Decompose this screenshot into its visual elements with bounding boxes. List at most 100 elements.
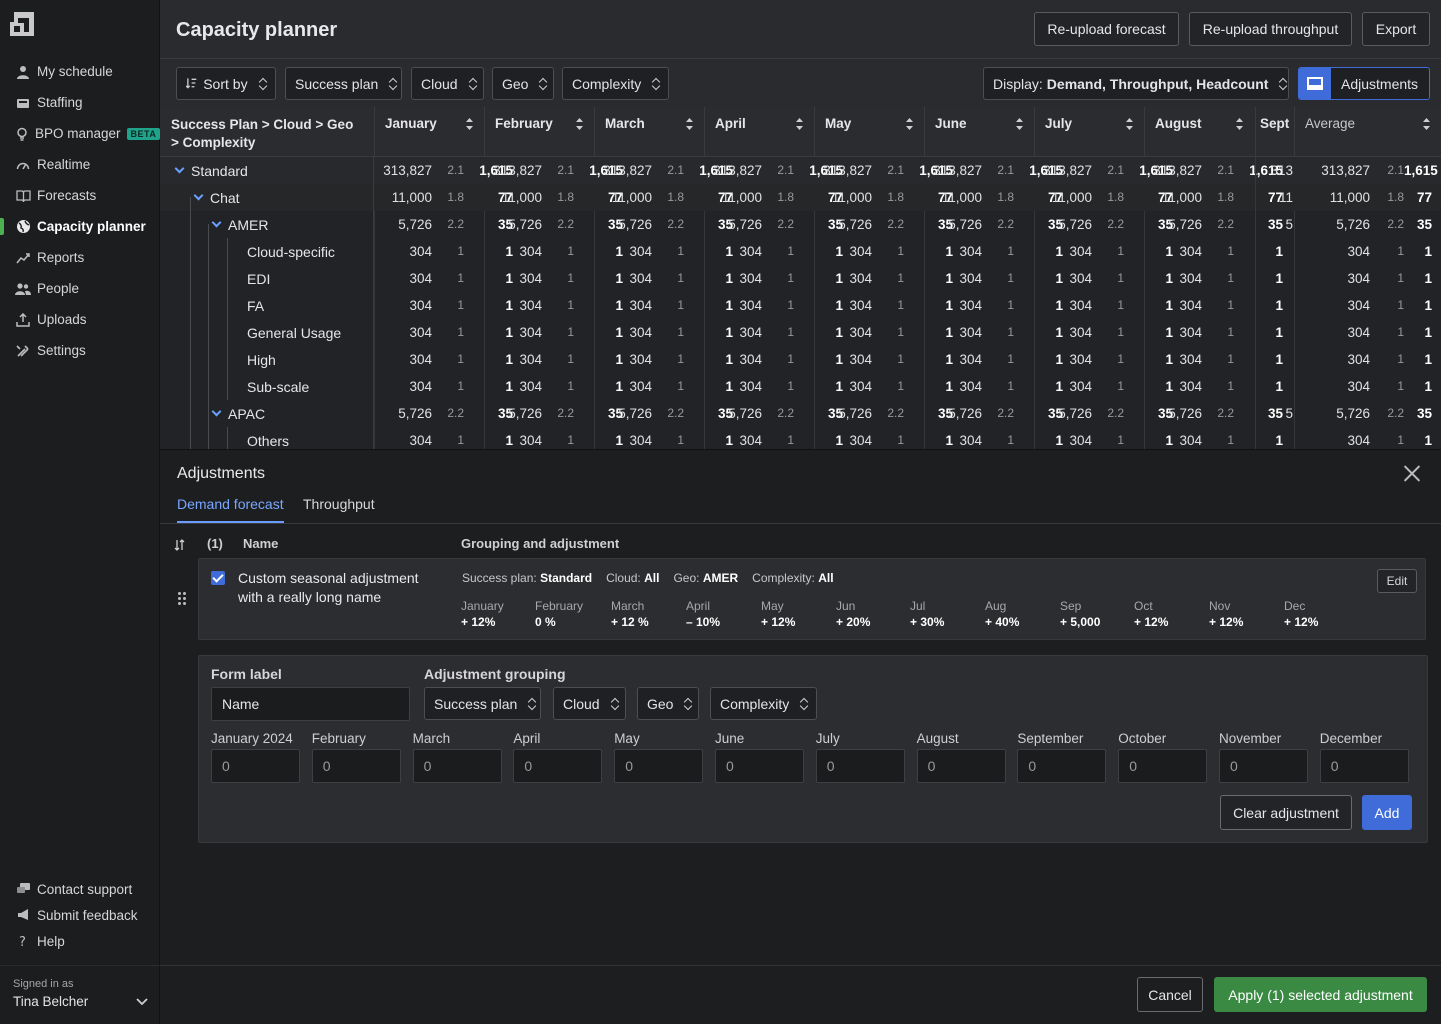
month-input-march[interactable]: 0 (412, 749, 502, 783)
form-cloud-select[interactable]: Cloud (553, 687, 626, 720)
cloud-select[interactable]: Cloud (411, 67, 484, 100)
tab-demand-forecast[interactable]: Demand forecast (177, 496, 284, 523)
signed-in-box[interactable]: Signed in as Tina Belcher (0, 965, 160, 1024)
month-input-august[interactable]: 0 (916, 749, 1006, 783)
month-input-september[interactable]: 0 (1017, 749, 1107, 783)
column-header-may[interactable]: May (814, 107, 924, 157)
demand-value: 5,726 (728, 406, 762, 421)
sort-arrows-icon[interactable] (795, 117, 804, 131)
month-input-february[interactable]: 0 (311, 749, 401, 783)
sort-arrows-icon[interactable] (575, 117, 584, 131)
demand-value: 304 (739, 271, 762, 286)
close-icon[interactable] (1403, 464, 1421, 482)
sort-arrows-icon[interactable] (1235, 117, 1244, 131)
column-header-january[interactable]: January (374, 107, 484, 157)
column-header-march[interactable]: March (594, 107, 704, 157)
column-header-sept[interactable]: Sept (1255, 107, 1297, 157)
sidebar-item-staffing[interactable]: Staffing (0, 87, 160, 118)
table-row[interactable]: Standard 313,827 2.1 1,615 313,827 2.1 1,615 31… (160, 157, 1441, 184)
month-input-may[interactable]: 0 (614, 749, 704, 783)
month-input-november[interactable]: 0 (1219, 749, 1308, 783)
demand-value: 313,827 (933, 163, 982, 178)
sidebar-item-uploads[interactable]: Uploads (0, 304, 160, 335)
apply-adjustment-button[interactable]: Apply (1) selected adjustment (1214, 977, 1427, 1012)
demand-value: 304 (629, 244, 652, 259)
sort-arrows-icon[interactable] (685, 117, 694, 131)
cancel-button[interactable]: Cancel (1137, 977, 1203, 1012)
column-header-april[interactable]: April (704, 107, 814, 157)
sidebar-item-contact-support[interactable]: Contact support (0, 876, 160, 902)
table-row[interactable]: Cloud-specific 304 1 1 304 1 1 304 1 1 304 1 1 304 1 1 3… (160, 238, 1441, 265)
month-input-june[interactable]: 0 (715, 749, 804, 783)
sidebar-item-people[interactable]: People (0, 273, 160, 304)
sidebar-item-my-schedule[interactable]: My schedule (0, 56, 160, 87)
column-header-average[interactable]: Average (1294, 107, 1441, 157)
chevron-down-icon[interactable] (211, 217, 222, 228)
sidebar-item-capacity-planner[interactable]: Capacity planner (0, 211, 160, 242)
chevron-down-icon[interactable] (136, 997, 148, 1006)
sidebar-item-reports[interactable]: Reports (0, 242, 160, 273)
month-input-january-2024[interactable]: 0 (211, 749, 300, 783)
sort-by-select[interactable]: Sort by (176, 67, 276, 100)
average-demand-value: 304 (1347, 325, 1370, 340)
sort-arrows-icon[interactable] (1422, 117, 1431, 131)
sort-arrows-icon[interactable] (465, 117, 474, 131)
adjustments-panel: Adjustments Demand forecast Throughput (… (160, 449, 1441, 965)
table-row[interactable]: Sub-scale 304 1 1 304 1 1 304 1 1 304 1 1 304 1 1 304 1 1 3… (160, 373, 1441, 400)
adjustment-checkbox[interactable] (211, 571, 225, 585)
edit-button[interactable]: Edit (1377, 569, 1417, 593)
reupload-throughput-button[interactable]: Re-upload throughput (1189, 12, 1352, 46)
month-input-december[interactable]: 0 (1319, 749, 1409, 783)
drag-handle-icon[interactable] (178, 592, 186, 608)
name-input[interactable]: Name (211, 687, 410, 721)
table-row[interactable]: General Usage 304 1 1 304 1 1 304 1 1 304 1 1 304 1 1 30… (160, 319, 1441, 346)
month-input-october[interactable]: 0 (1118, 749, 1208, 783)
sidebar-item-forecasts[interactable]: Forecasts (0, 180, 160, 211)
sort-icon[interactable] (174, 538, 186, 552)
chevron-down-icon[interactable] (193, 190, 204, 201)
form-geo-select[interactable]: Geo (637, 687, 699, 720)
table-row[interactable]: Others 304 1 1 304 1 1 304 1 1 304 1 1 304 1 1 304 1 1 304 1… (160, 427, 1441, 449)
demand-value: 5,726 (1058, 217, 1092, 232)
tab-throughput[interactable]: Throughput (303, 496, 375, 521)
sort-arrows-icon[interactable] (905, 117, 914, 131)
table-row[interactable]: High 304 1 1 304 1 1 304 1 1 304 1 1 304 1 1 304 1 1 304 1 1 3… (160, 346, 1441, 373)
sidebar-item-help[interactable]: ? Help (0, 928, 160, 954)
chevron-down-icon[interactable] (174, 163, 185, 174)
add-button[interactable]: Add (1362, 795, 1412, 830)
column-header-june[interactable]: June (924, 107, 1034, 157)
geo-select[interactable]: Geo (492, 67, 554, 100)
table-row[interactable]: Chat 11,000 1.8 77 11,000 1.8 77 11,000 1.8 77 11,… (160, 184, 1441, 211)
sidebar-item-bpo-manager[interactable]: BPO manager BETA (0, 118, 161, 149)
adjustments-toggle[interactable]: Adjustments (1298, 67, 1430, 100)
sidebar-item-label: People (37, 281, 80, 296)
reupload-forecast-button[interactable]: Re-upload forecast (1034, 12, 1179, 46)
sort-arrows-icon[interactable] (1125, 117, 1134, 131)
table-row[interactable]: EDI 304 1 1 304 1 1 304 1 1 304 1 1 304 1 1 304 1 1 304 1 1 30… (160, 265, 1441, 292)
month-input-july[interactable]: 0 (815, 749, 905, 783)
demand-value: 313,827 (823, 163, 872, 178)
form-success-plan-select[interactable]: Success plan (424, 687, 541, 720)
sidebar-item-settings[interactable]: Settings (0, 335, 160, 366)
chevron-down-icon[interactable] (211, 406, 222, 417)
column-header-august[interactable]: August (1144, 107, 1254, 157)
export-button[interactable]: Export (1362, 12, 1430, 46)
display-select[interactable]: Display: Demand, Throughput, Headcount (983, 67, 1289, 100)
sort-arrows-icon[interactable] (1015, 117, 1024, 131)
column-header-february[interactable]: February (484, 107, 594, 157)
complexity-select[interactable]: Complexity (562, 67, 669, 100)
table-row[interactable]: APAC 5,726 2.2 35 5,726 2.2 35 5,726 2.2 35 5,726 2… (160, 400, 1441, 427)
tools-icon (15, 343, 31, 359)
app-logo-icon[interactable] (10, 12, 36, 36)
throughput-value: 2.2 (1107, 217, 1124, 231)
form-complexity-select[interactable]: Complexity (710, 687, 817, 720)
table-row[interactable]: AMER 5,726 2.2 35 5,726 2.2 35 5,726 2.2 35 5,726 2… (160, 211, 1441, 238)
hierarchy-column-header[interactable]: Success Plan > Cloud > Geo > Complexity (160, 107, 374, 157)
sidebar-item-submit-feedback[interactable]: Submit feedback (0, 902, 160, 928)
sidebar-item-realtime[interactable]: Realtime (0, 149, 160, 180)
column-header-july[interactable]: July (1034, 107, 1144, 157)
table-row[interactable]: FA 304 1 1 304 1 1 304 1 1 304 1 1 304 1 1 304 1 1 304 1 1 304… (160, 292, 1441, 319)
success-plan-select[interactable]: Success plan (285, 67, 402, 100)
month-input-april[interactable]: 0 (513, 749, 603, 783)
clear-adjustment-button[interactable]: Clear adjustment (1220, 795, 1352, 830)
